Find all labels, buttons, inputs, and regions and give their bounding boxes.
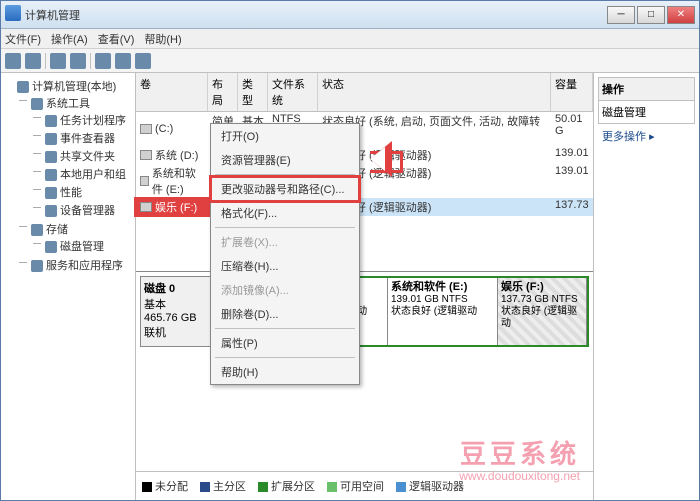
disk-icon bbox=[45, 241, 57, 253]
tree-perf[interactable]: 性能 bbox=[45, 183, 133, 201]
folder-icon bbox=[45, 151, 57, 163]
services-icon bbox=[31, 260, 43, 272]
nav-tree: 计算机管理(本地) 系统工具 任务计划程序 事件查看器 共享文件夹 本地用户和组… bbox=[1, 73, 136, 500]
view-icon[interactable] bbox=[50, 53, 66, 69]
actions-more[interactable]: 更多操作 ▸ bbox=[598, 124, 695, 148]
legend-extended: 扩展分区 bbox=[258, 478, 315, 494]
settings-icon[interactable] bbox=[115, 53, 131, 69]
ctx-props[interactable]: 属性(P) bbox=[211, 331, 359, 355]
ctx-format[interactable]: 格式化(F)... bbox=[211, 201, 359, 225]
close-button[interactable]: ✕ bbox=[667, 6, 695, 24]
menubar: 文件(F) 操作(A) 查看(V) 帮助(H) bbox=[1, 29, 699, 49]
context-menu: 打开(O) 资源管理器(E) 更改驱动器号和路径(C)... 格式化(F)...… bbox=[210, 123, 360, 385]
col-fs[interactable]: 文件系统 bbox=[268, 73, 318, 111]
ctx-help[interactable]: 帮助(H) bbox=[211, 360, 359, 384]
col-type[interactable]: 类型 bbox=[238, 73, 268, 111]
ctx-open[interactable]: 打开(O) bbox=[211, 124, 359, 148]
tree-scheduler[interactable]: 任务计划程序 bbox=[45, 111, 133, 129]
actions-pane: 操作 磁盘管理 更多操作 ▸ bbox=[594, 73, 699, 500]
tree-services[interactable]: 服务和应用程序 bbox=[31, 256, 133, 274]
window-title: 计算机管理 bbox=[5, 7, 607, 23]
drive-icon bbox=[140, 176, 149, 186]
tree-eventviewer[interactable]: 事件查看器 bbox=[45, 129, 133, 147]
actions-disk[interactable]: 磁盘管理 bbox=[598, 101, 695, 124]
menu-file[interactable]: 文件(F) bbox=[5, 31, 41, 47]
forward-icon[interactable] bbox=[25, 53, 41, 69]
refresh-icon[interactable] bbox=[70, 53, 86, 69]
list-icon[interactable] bbox=[135, 53, 151, 69]
watermark-url: www.doudouxitong.net bbox=[459, 469, 580, 483]
watermark-text: 豆豆系统 bbox=[460, 434, 580, 471]
volume-row[interactable]: 娱乐 (F:)简单基本NTFS状态良好 (逻辑驱动器)137.73 bbox=[136, 198, 593, 216]
ctx-mirror: 添加镜像(A)... bbox=[211, 278, 359, 302]
partition[interactable]: 系统和软件 (E:)139.01 GB NTFS状态良好 (逻辑驱动 bbox=[388, 278, 498, 345]
volume-header: 卷 布局 类型 文件系统 状态 容量 bbox=[136, 73, 593, 112]
actions-title: 操作 bbox=[598, 77, 695, 101]
maximize-button[interactable]: □ bbox=[637, 6, 665, 24]
disk-title: 磁盘 0 bbox=[144, 283, 175, 295]
tree-storage[interactable]: 存储 磁盘管理 bbox=[31, 220, 133, 256]
tree-root[interactable]: 计算机管理(本地) 系统工具 任务计划程序 事件查看器 共享文件夹 本地用户和组… bbox=[17, 77, 133, 275]
tree-devmgr[interactable]: 设备管理器 bbox=[45, 201, 133, 219]
tools-icon bbox=[31, 98, 43, 110]
legend-free: 可用空间 bbox=[327, 478, 384, 494]
menu-help[interactable]: 帮助(H) bbox=[144, 31, 181, 47]
menu-action[interactable]: 操作(A) bbox=[51, 31, 88, 47]
ctx-shrink[interactable]: 压缩卷(H)... bbox=[211, 254, 359, 278]
ctx-extend: 扩展卷(X)... bbox=[211, 230, 359, 254]
toolbar bbox=[1, 49, 699, 73]
col-layout[interactable]: 布局 bbox=[208, 73, 238, 111]
ctx-change-drive-letter[interactable]: 更改驱动器号和路径(C)... bbox=[211, 177, 359, 201]
tree-shares[interactable]: 共享文件夹 bbox=[45, 147, 133, 165]
ctx-delete[interactable]: 删除卷(D)... bbox=[211, 302, 359, 326]
tree-users[interactable]: 本地用户和组 bbox=[45, 165, 133, 183]
col-status[interactable]: 状态 bbox=[318, 73, 551, 111]
legend-primary: 主分区 bbox=[200, 478, 246, 494]
disk-header[interactable]: 磁盘 0 基本 465.76 GB 联机 bbox=[140, 276, 212, 347]
help-icon[interactable] bbox=[95, 53, 111, 69]
device-icon bbox=[45, 205, 57, 217]
users-icon bbox=[45, 169, 57, 181]
disk-map: 磁盘 0 基本 465.76 GB 联机 (C:)50.01 GB NTFS状态… bbox=[136, 271, 593, 351]
drive-icon bbox=[140, 150, 152, 160]
col-volume[interactable]: 卷 bbox=[136, 73, 208, 111]
perf-icon bbox=[45, 187, 57, 199]
annotation-arrow bbox=[370, 145, 420, 175]
tree-systools[interactable]: 系统工具 任务计划程序 事件查看器 共享文件夹 本地用户和组 性能 设备管理器 bbox=[31, 94, 133, 220]
tree-diskmgmt[interactable]: 磁盘管理 bbox=[45, 237, 133, 255]
partition[interactable]: 娱乐 (F:)137.73 GB NTFS状态良好 (逻辑驱动 bbox=[498, 278, 587, 345]
titlebar[interactable]: 计算机管理 ─ □ ✕ bbox=[1, 1, 699, 29]
storage-icon bbox=[31, 224, 43, 236]
computer-icon bbox=[17, 81, 29, 93]
legend-unallocated: 未分配 bbox=[142, 478, 188, 494]
back-icon[interactable] bbox=[5, 53, 21, 69]
ctx-explorer[interactable]: 资源管理器(E) bbox=[211, 148, 359, 172]
drive-icon bbox=[140, 202, 152, 212]
scheduler-icon bbox=[45, 115, 57, 127]
minimize-button[interactable]: ─ bbox=[607, 6, 635, 24]
event-icon bbox=[45, 133, 57, 145]
legend-logical: 逻辑驱动器 bbox=[396, 478, 464, 494]
col-capacity[interactable]: 容量 bbox=[551, 73, 593, 111]
menu-view[interactable]: 查看(V) bbox=[98, 31, 135, 47]
drive-icon bbox=[140, 124, 152, 134]
